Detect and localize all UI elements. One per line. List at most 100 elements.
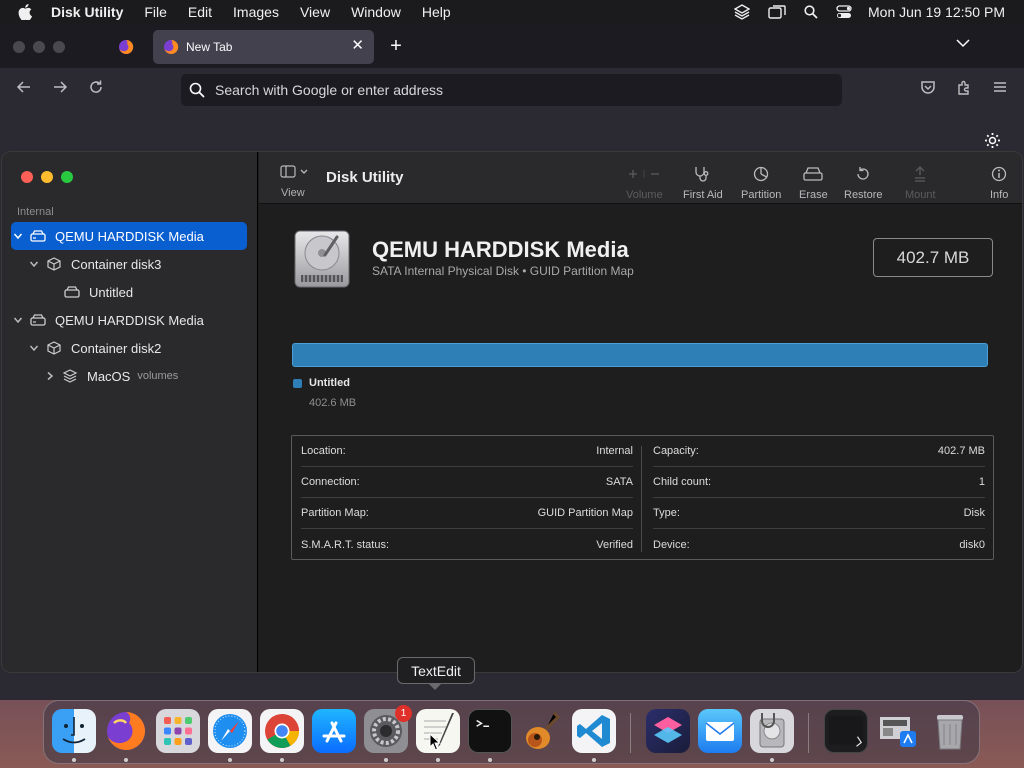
partition-label: Partition (741, 189, 782, 201)
mount-button[interactable]: Mount (905, 164, 936, 201)
finder-icon[interactable] (52, 709, 96, 753)
partition-button[interactable]: Partition (741, 164, 781, 201)
sidebar-item-container-disk2[interactable]: Container disk2 (11, 334, 247, 362)
menu-clock[interactable]: Mon Jun 19 12:50 PM (868, 4, 1005, 20)
info-row-capacity: Capacity: 402.7 MB (653, 436, 985, 467)
close-window-button[interactable] (13, 41, 25, 53)
new-tab-button[interactable]: + (386, 36, 406, 56)
info-label: S.M.A.R.T. status: (301, 538, 390, 551)
layers-status-icon[interactable] (734, 4, 751, 20)
partition-usage-bar[interactable] (292, 343, 988, 367)
dock: 1 (43, 700, 980, 764)
screenshot-icon[interactable] (824, 709, 868, 753)
restore-label: Restore (844, 189, 883, 201)
erase-button[interactable]: Erase (799, 164, 828, 201)
forward-icon[interactable] (52, 79, 68, 95)
url-bar[interactable]: Search with Google or enter address (181, 74, 842, 106)
minimize-window-button[interactable] (33, 41, 45, 53)
reload-icon[interactable] (88, 79, 104, 95)
menu-images[interactable]: Images (233, 4, 279, 20)
sidebar-item-disk0[interactable]: QEMU HARDDISK Media (11, 222, 247, 250)
info-label: Partition Map: (301, 507, 369, 519)
textedit-running-indicator (436, 758, 440, 762)
spotlight-search-icon[interactable] (804, 5, 818, 19)
menu-view[interactable]: View (300, 4, 330, 20)
terminal-icon[interactable] (468, 709, 512, 753)
chevron-down-icon[interactable] (27, 257, 41, 271)
shortcuts-icon[interactable] (646, 709, 690, 753)
zoom-window-button[interactable] (53, 41, 65, 53)
chrome-running-indicator (280, 758, 284, 762)
safari-icon[interactable] (208, 709, 252, 753)
disk-utility-icon[interactable] (750, 709, 794, 753)
sidebar-item-macos[interactable]: MacOS volumes (11, 362, 247, 390)
list-all-tabs-icon[interactable] (955, 38, 971, 48)
chevron-down-icon[interactable] (27, 341, 41, 355)
sidebar-item-container-disk3[interactable]: Container disk3 (11, 250, 247, 278)
info-button[interactable]: Info (990, 164, 1008, 201)
sidebar-section-internal: Internal (17, 206, 54, 218)
sidebar-item-untitled[interactable]: Untitled (11, 278, 247, 306)
menu-edit[interactable]: Edit (188, 4, 212, 20)
info-column-right: Capacity: 402.7 MB Child count: 1 Type: … (644, 436, 985, 561)
menu-help[interactable]: Help (422, 4, 451, 20)
screen-mirroring-icon[interactable] (768, 5, 786, 19)
disk-name: QEMU HARDDISK Media (372, 237, 629, 262)
system-settings-icon[interactable]: 1 (364, 705, 412, 753)
launchpad-icon[interactable] (156, 709, 200, 753)
trash-icon[interactable] (928, 709, 972, 753)
back-icon[interactable] (16, 79, 32, 95)
new-tab-settings-icon[interactable] (984, 132, 1001, 149)
view-button-label[interactable]: View (281, 187, 305, 199)
pocket-icon[interactable] (920, 79, 936, 95)
restore-button[interactable]: Restore (844, 164, 883, 201)
app-menu-icon[interactable] (992, 79, 1008, 95)
sidebar-toggle-icon[interactable] (280, 165, 310, 179)
apple-menu-icon[interactable] (18, 4, 32, 20)
info-label: Info (990, 189, 1009, 201)
firefox-icon[interactable] (104, 709, 148, 753)
extensions-icon[interactable] (956, 79, 972, 95)
app-store-icon[interactable] (312, 709, 356, 753)
sidebar-item-label: MacOS (87, 368, 131, 384)
info-value: disk0 (959, 538, 985, 551)
detail-pane: QEMU HARDDISK Media SATA Internal Physic… (259, 205, 1022, 672)
volume-button[interactable]: Volume (626, 164, 663, 201)
garageband-icon[interactable] (520, 709, 564, 753)
chevron-right-icon[interactable] (43, 369, 57, 383)
menu-app-name[interactable]: Disk Utility (51, 4, 123, 20)
pie-chart-icon (753, 164, 769, 184)
sidebar-item-label: QEMU HARDDISK Media (55, 312, 204, 328)
chevron-down-icon[interactable] (11, 313, 25, 327)
first-aid-button[interactable]: First Aid (683, 164, 723, 201)
info-label: Location: (301, 445, 346, 457)
tab-bar: New Tab ✕ + (0, 24, 1024, 68)
minimize-window-button[interactable] (41, 171, 53, 183)
container-cube-icon (45, 255, 63, 273)
hard-disk-image-icon (293, 229, 351, 289)
hard-drive-icon (29, 227, 47, 245)
tooltip-arrow (428, 683, 442, 690)
menu-file[interactable]: File (144, 4, 167, 20)
erase-drive-icon (803, 164, 824, 184)
menu-window[interactable]: Window (351, 4, 401, 20)
vscode-icon[interactable] (572, 709, 616, 753)
sidebar-item-disk1[interactable]: QEMU HARDDISK Media (11, 306, 247, 334)
disk-utility-running-indicator (770, 758, 774, 762)
control-center-icon[interactable] (836, 5, 852, 19)
chevron-down-icon[interactable] (11, 229, 25, 243)
info-row-connection: Connection: SATA (301, 467, 633, 498)
tab-new-tab[interactable]: New Tab ✕ (153, 30, 374, 64)
chrome-icon[interactable] (260, 709, 304, 753)
volume-drive-icon (63, 283, 81, 301)
mount-icon (913, 164, 927, 184)
tab-title: New Tab (186, 40, 233, 54)
first-aid-label: First Aid (683, 189, 723, 201)
mail-icon[interactable] (698, 709, 742, 753)
close-tab-icon[interactable]: ✕ (351, 38, 364, 54)
hard-drive-icon (29, 311, 47, 329)
close-window-button[interactable] (21, 171, 33, 183)
pinned-tab[interactable] (109, 31, 143, 63)
zoom-window-button[interactable] (61, 171, 73, 183)
preview-icon[interactable] (876, 709, 920, 753)
